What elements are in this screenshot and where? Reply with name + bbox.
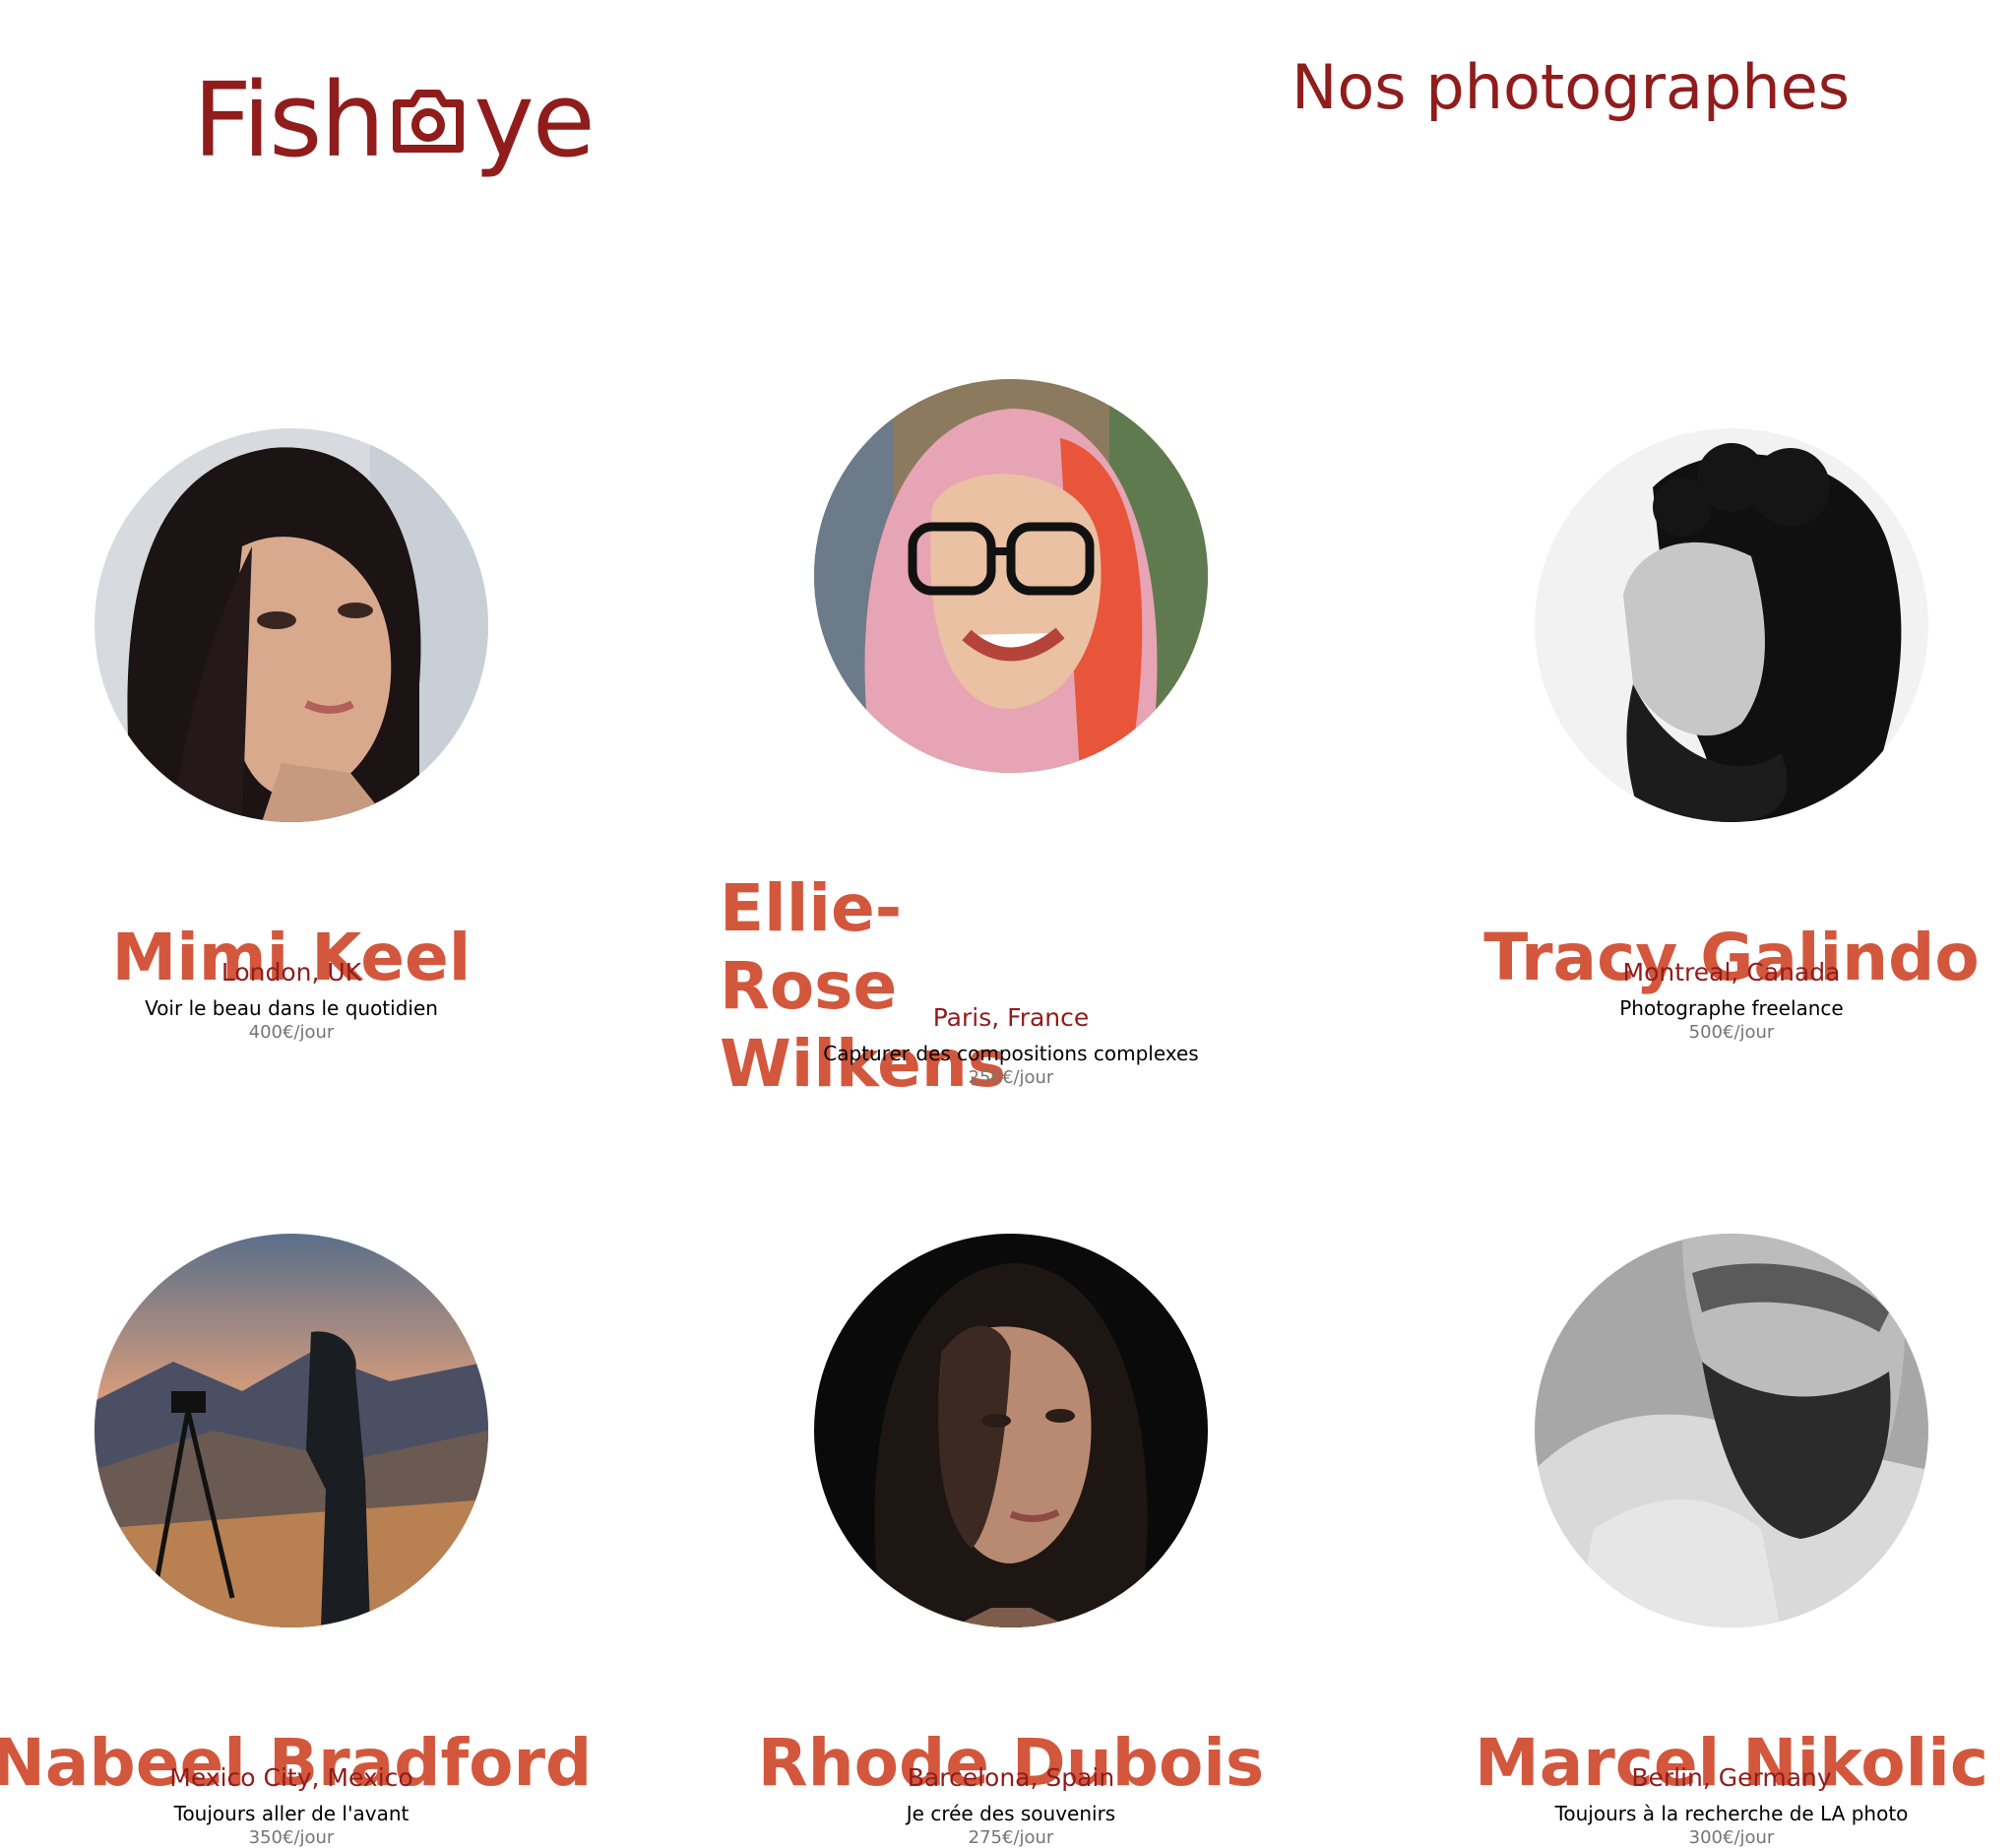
photographer-tagline: Toujours à la recherche de LA photo [1554,1802,1909,1825]
photographer-portrait[interactable] [94,428,488,822]
photographer-location: Montreal, Canada [1622,958,1841,987]
photographer-location: London, UK [220,958,362,987]
photographer-price: 250€/jour [968,1067,1054,1088]
photographer-portrait[interactable] [1535,428,1928,822]
logo-text-left: Fish [193,60,385,180]
photographer-tagline: Capturer des compositions complexes [823,1042,1199,1065]
photographer-portrait[interactable] [94,1234,488,1627]
camera-icon [387,76,470,159]
photographer-tagline: Toujours aller de l'avant [173,1802,410,1825]
photographer-location: Mexico City, Mexico [169,1763,413,1792]
photographer-location: Berlin, Germany [1631,1763,1832,1792]
photographer-portrait[interactable] [814,379,1208,773]
photographer-price: 400€/jour [248,1022,335,1043]
fisheye-logo[interactable]: Fish ye [193,60,596,180]
photographer-tagline: Je crée des souvenirs [906,1802,1116,1825]
photographer-portrait[interactable] [814,1234,1208,1627]
photographer-portrait[interactable] [1535,1234,1928,1627]
photographer-tagline: Photographe freelance [1619,996,1844,1020]
page-title: Nos photographes [1292,51,1851,123]
photographer-location: Barcelona, Spain [907,1763,1115,1792]
photographer-location: Paris, France [932,1003,1090,1032]
logo-text-right: ye [473,60,596,180]
photographer-tagline: Voir le beau dans le quotidien [145,996,438,1020]
photographer-price: 500€/jour [1688,1022,1775,1043]
page-header: Fish ye Nos photographes [0,0,2016,197]
